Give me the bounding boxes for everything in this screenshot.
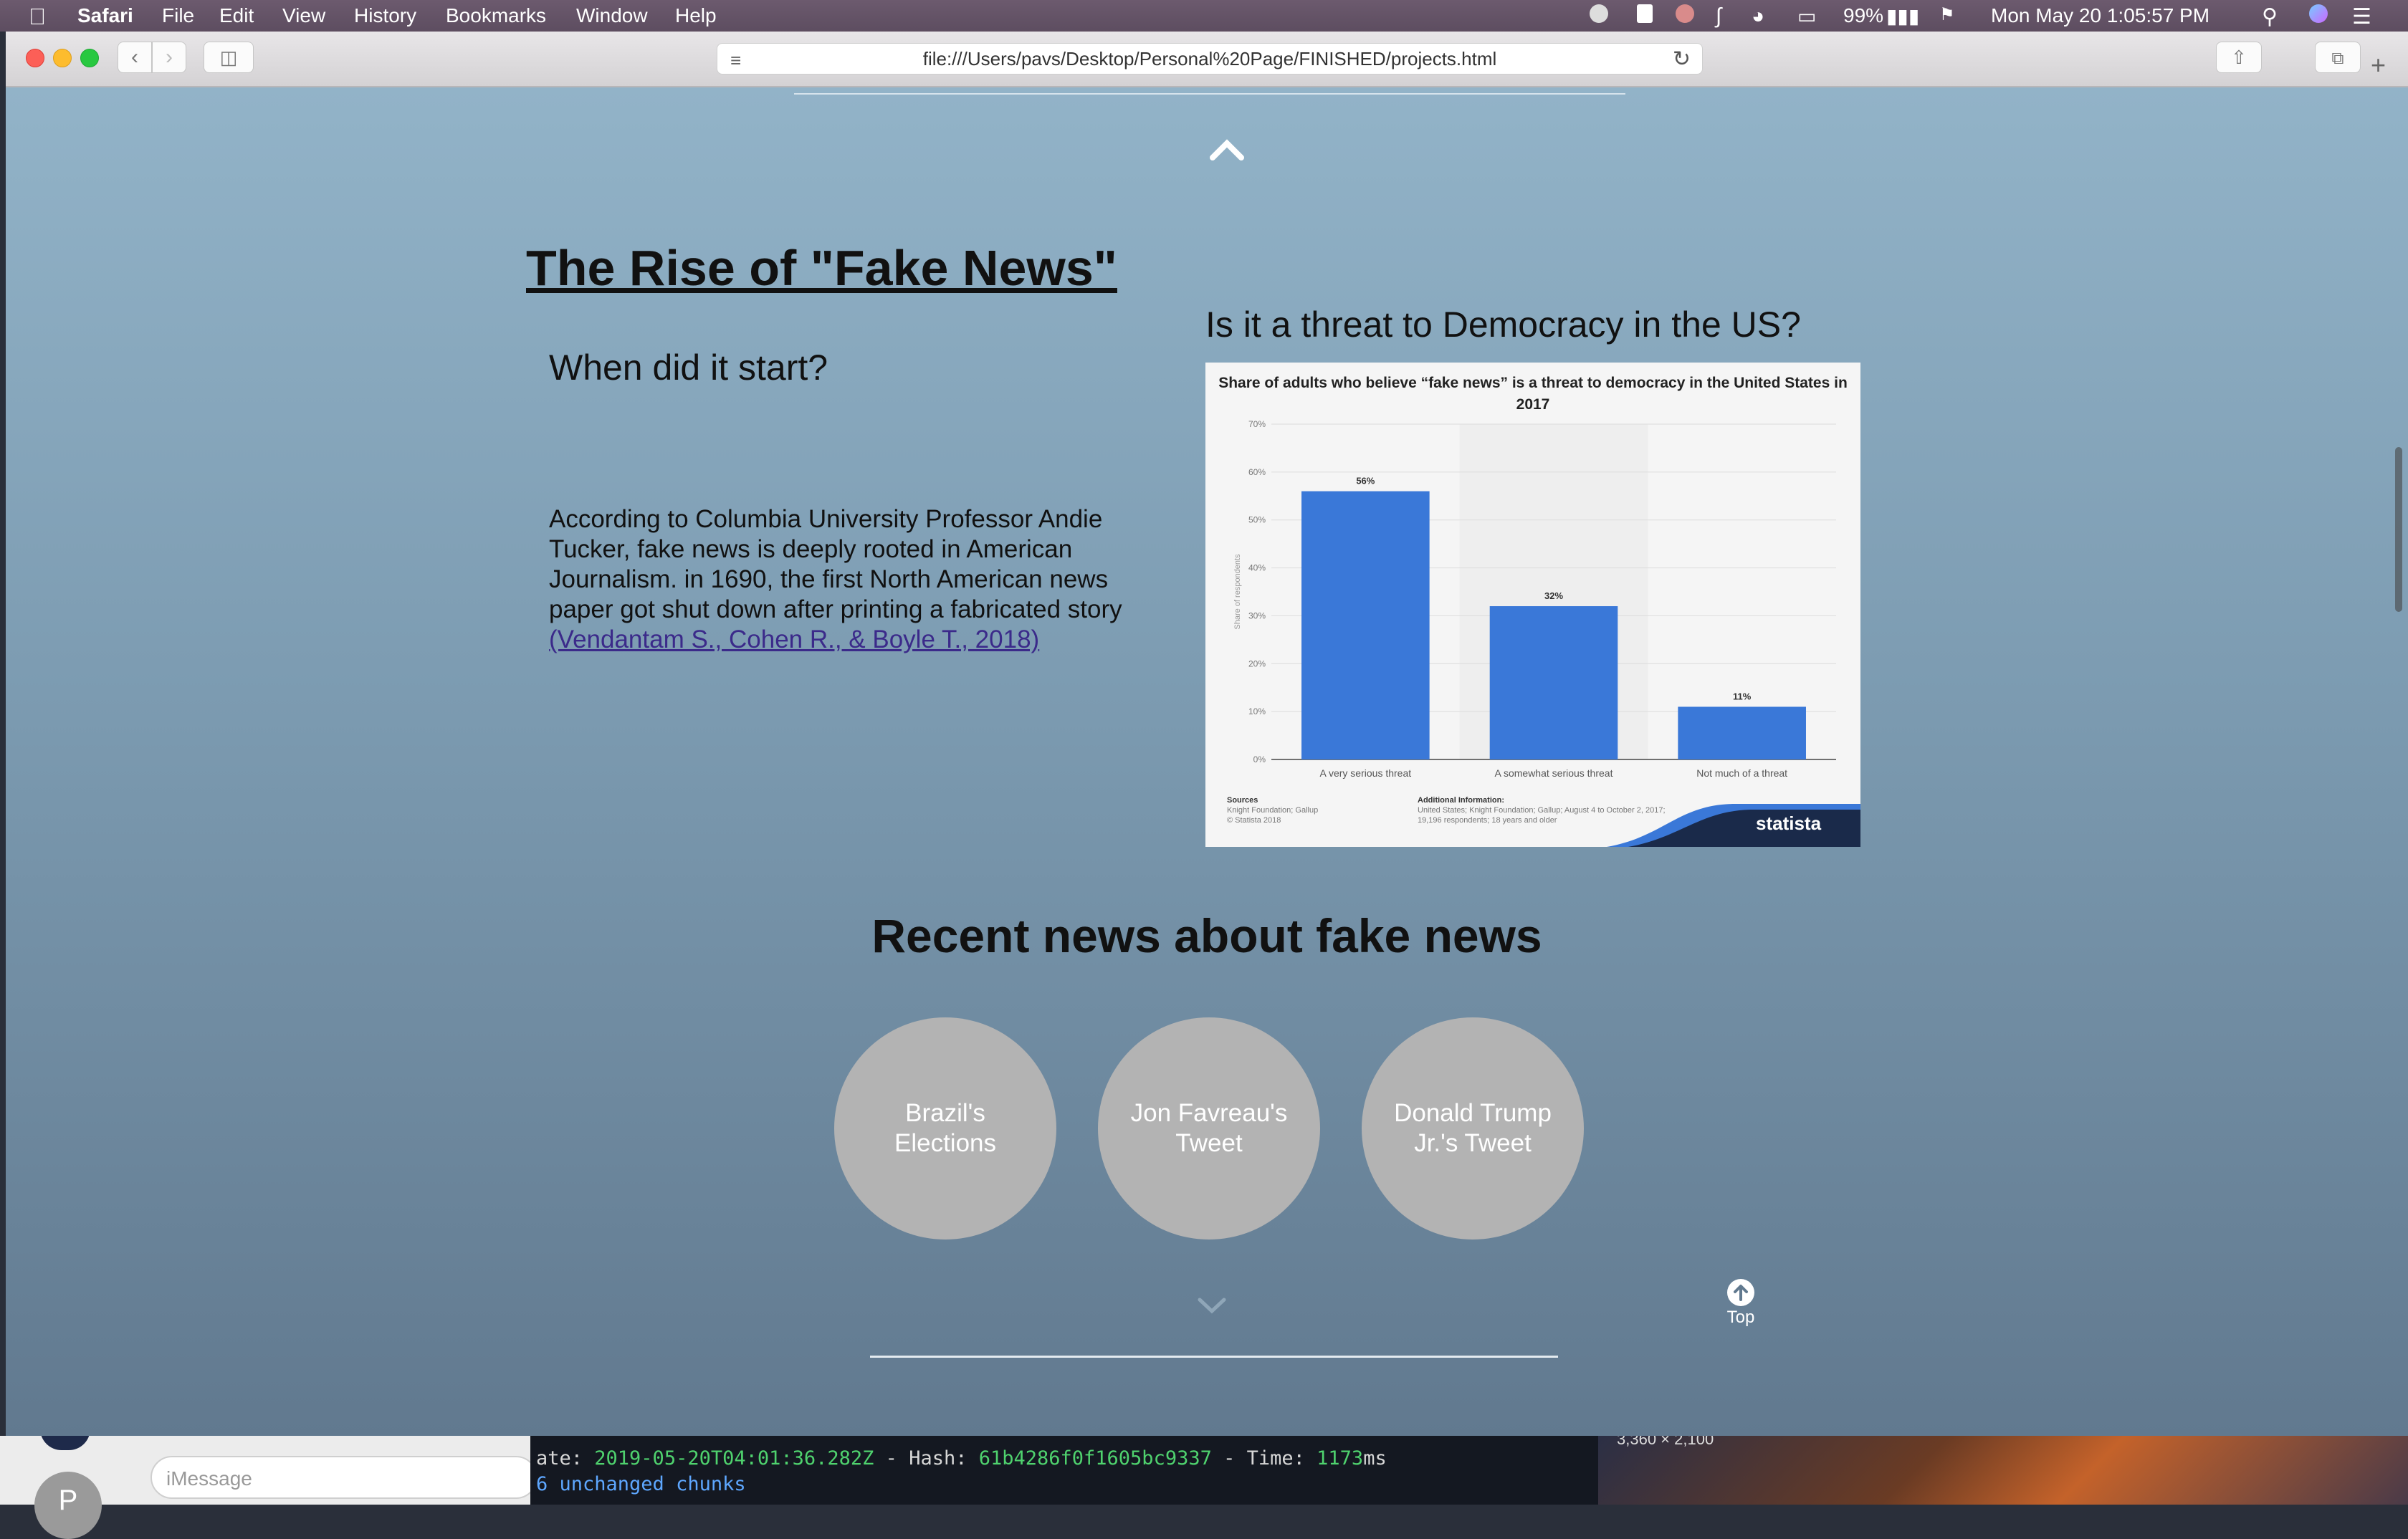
siri-icon[interactable] xyxy=(2309,4,2328,28)
wifi-icon[interactable]: ◕ xyxy=(1752,4,1764,29)
chart-y-axis-label: Share of respondents xyxy=(1233,554,1242,630)
apple-menu-icon[interactable]:  xyxy=(29,4,46,30)
address-url[interactable]: file:///Users/pavs/Desktop/Personal%20Pa… xyxy=(717,44,1702,74)
bluetooth-icon[interactable]: ∫ xyxy=(1716,4,1721,29)
window-close-button[interactable] xyxy=(26,49,44,67)
section-divider xyxy=(870,1356,1558,1358)
menu-bookmarks[interactable]: Bookmarks xyxy=(446,4,546,27)
copyright-line: © Statista 2018 xyxy=(1227,816,1281,825)
chart-y-tick-label: 40% xyxy=(1248,563,1266,573)
section-title: The Rise of "Fake News" xyxy=(526,240,1117,296)
history-text: According to Columbia University Profess… xyxy=(549,505,1122,623)
chart-bar xyxy=(1489,606,1618,759)
sidebar-icon: ◫ xyxy=(219,47,238,68)
new-tab-button[interactable]: + xyxy=(2371,50,2386,80)
show-tabs-button[interactable]: ⧉ xyxy=(2315,42,2361,73)
chart-sources: Sources Knight Foundation; Gallup © Stat… xyxy=(1227,795,1318,825)
account-status-icon[interactable] xyxy=(1676,4,1694,28)
news-button-donald-trump-jr-tweet[interactable]: Donald Trump Jr.'s Tweet xyxy=(1362,1017,1584,1240)
section-divider xyxy=(794,93,1625,95)
statista-chart: 0% 10% 20% 30% 40% 50% 60% 70% Share of responde… xyxy=(1205,363,1860,847)
contact-avatar-initial[interactable]: P xyxy=(34,1472,102,1539)
chevron-left-icon: ‹ xyxy=(131,45,138,69)
chart-additional-info: Additional Information: United States; K… xyxy=(1418,795,1690,825)
arrow-up-circle-icon xyxy=(1727,1279,1754,1306)
chart-y-tick-label: 0% xyxy=(1253,754,1266,764)
notification-center-icon[interactable]: ☰ xyxy=(2352,4,2371,29)
scrollbar-thumb[interactable] xyxy=(2395,447,2402,612)
top-label: Top xyxy=(1726,1308,1755,1327)
chart-y-tick-label: 30% xyxy=(1248,610,1266,620)
additional-heading: Additional Information: xyxy=(1418,796,1504,805)
chart-y-tick-label: 70% xyxy=(1248,419,1266,429)
window-zoom-button[interactable] xyxy=(80,49,99,67)
menu-help[interactable]: Help xyxy=(675,4,717,27)
sources-heading: Sources xyxy=(1227,796,1258,805)
chart-bar xyxy=(1301,491,1430,759)
back-button[interactable]: ‹ xyxy=(118,42,152,73)
desktop-wallpaper: 3,360 × 2,100 xyxy=(1598,1430,2408,1505)
web-page: The Rise of "Fake News" When did it star… xyxy=(6,87,2408,1436)
additional-text: United States; Knight Foundation; Gallup… xyxy=(1418,806,1666,825)
menu-file[interactable]: File xyxy=(162,4,194,27)
menu-edit[interactable]: Edit xyxy=(219,4,254,27)
terminal-window: ate: 2019-05-20T04:01:36.282Z - Hash: 61… xyxy=(530,1436,1598,1505)
window-minimize-button[interactable] xyxy=(53,49,72,67)
safari-window: ‹ › ◫ ≡ file:///Users/pavs/Desktop/Perso… xyxy=(6,32,2408,1436)
forward-button[interactable]: › xyxy=(152,42,186,73)
menu-bar:  Safari File Edit View History Bookmark… xyxy=(0,0,2408,32)
chevron-right-icon: › xyxy=(166,45,173,69)
menu-clock[interactable]: Mon May 20 1:05:57 PM xyxy=(1991,4,2209,27)
terminal-line-chunks: 6 unchanged chunks xyxy=(536,1473,746,1495)
messages-window: P iMessage xyxy=(0,1429,538,1539)
battery-icon[interactable]: ▮▮▮ xyxy=(1886,4,1919,28)
address-bar[interactable]: ≡ file:///Users/pavs/Desktop/Personal%20… xyxy=(717,43,1703,75)
sidebar-toggle-button[interactable]: ◫ xyxy=(204,42,254,73)
chart-y-tick-label: 50% xyxy=(1248,515,1266,525)
news-button-brazil-elections[interactable]: Brazil's Elections xyxy=(834,1017,1056,1240)
chart-value-label: 32% xyxy=(1544,590,1563,601)
chart-y-tick-label: 20% xyxy=(1248,658,1266,668)
chart-bar xyxy=(1678,706,1806,759)
terminal-line-build: ate: 2019-05-20T04:01:36.282Z - Hash: 61… xyxy=(536,1447,1387,1470)
bar-chart: 0% 10% 20% 30% 40% 50% 60% 70% Share of responde… xyxy=(1233,419,1860,847)
chart-y-tick-label: 60% xyxy=(1248,467,1266,477)
share-button[interactable]: ⇧ xyxy=(2216,42,2262,73)
chart-y-tick-label: 10% xyxy=(1248,706,1266,716)
recent-news-heading: Recent news about fake news xyxy=(871,909,1542,962)
back-to-top-button[interactable]: Top xyxy=(1724,1278,1757,1328)
chart-category-label: A somewhat serious threat xyxy=(1495,767,1613,779)
chart-category-label: A very serious threat xyxy=(1320,767,1412,779)
desktop-background: P iMessage ate: 2019-05-20T04:01:36.282Z… xyxy=(0,1429,2408,1539)
threat-heading: Is it a threat to Democracy in the US? xyxy=(1205,305,1801,345)
imessage-input[interactable]: iMessage xyxy=(150,1456,538,1499)
menu-window[interactable]: Window xyxy=(576,4,648,27)
statista-logo: statista xyxy=(1756,812,1822,834)
spotlight-search-icon[interactable]: ⚲ xyxy=(2262,4,2278,29)
us-flag-input-icon[interactable]: ⚑ xyxy=(1939,4,1955,25)
tabs-icon: ⧉ xyxy=(2331,49,2344,68)
reload-icon[interactable]: ↻ xyxy=(1673,47,1691,72)
share-icon: ⇧ xyxy=(2231,47,2247,68)
chart-value-label: 11% xyxy=(1733,691,1752,701)
chevron-up-icon[interactable] xyxy=(1205,135,1248,163)
creative-cloud-icon[interactable] xyxy=(1590,4,1608,28)
chevron-down-icon[interactable] xyxy=(1195,1294,1228,1315)
news-button-jon-favreau-tweet[interactable]: Jon Favreau's Tweet xyxy=(1098,1017,1320,1240)
chart-value-label: 56% xyxy=(1356,476,1375,486)
browser-toolbar: ‹ › ◫ ≡ file:///Users/pavs/Desktop/Perso… xyxy=(6,32,2408,87)
chart-category-label: Not much of a threat xyxy=(1696,767,1787,779)
menu-history[interactable]: History xyxy=(354,4,416,27)
source-line: Knight Foundation; Gallup xyxy=(1227,806,1319,815)
menu-app-name[interactable]: Safari xyxy=(77,4,133,27)
citation-link[interactable]: (Vendantam S., Cohen R., & Boyle T., 201… xyxy=(549,625,1039,653)
history-paragraph: According to Columbia University Profess… xyxy=(549,504,1144,655)
airplay-icon[interactable]: ▭ xyxy=(1797,4,1816,28)
when-heading: When did it start? xyxy=(549,347,828,388)
chart-title: Share of adults who believe “fake news” … xyxy=(1218,375,1848,413)
menu-view[interactable]: View xyxy=(282,4,325,27)
battery-percent[interactable]: 99% xyxy=(1843,4,1883,27)
app-status-icon[interactable] xyxy=(1637,4,1653,28)
